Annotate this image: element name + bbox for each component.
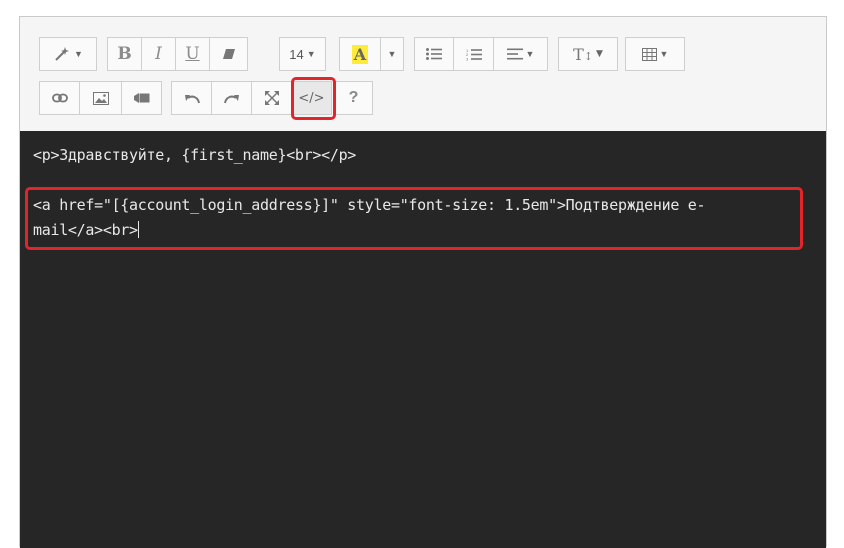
numbered-list-icon: 123 <box>466 48 482 61</box>
italic-button[interactable]: I <box>141 37 176 71</box>
underline-button[interactable]: U <box>175 37 210 71</box>
chevron-down-icon: ▼ <box>525 49 535 59</box>
bold-icon: B <box>117 44 132 64</box>
text-height-icon: T↕ <box>573 44 593 64</box>
font-size-value: 14 <box>289 46 304 62</box>
font-size-dropdown[interactable]: 14 ▼ <box>279 37 326 71</box>
code-line-1: <p>Здравствуйте, {first_name}<br></p> <box>33 146 357 164</box>
bullet-list-icon <box>426 48 442 60</box>
redo-icon <box>223 93 240 104</box>
undo-button[interactable] <box>171 81 212 115</box>
fullscreen-icon <box>264 91 279 105</box>
italic-icon: I <box>155 44 162 64</box>
font-color-dropdown[interactable]: ▼ <box>380 37 404 71</box>
help-button[interactable]: ? <box>334 81 373 115</box>
link-code-highlight <box>25 187 803 250</box>
help-icon: ? <box>348 89 359 106</box>
insert-image-button[interactable] <box>79 81 122 115</box>
bold-button[interactable]: B <box>107 37 142 71</box>
rich-text-editor: ▼ B I U 14 ▼ A ▼ 1 2 3 ▼ T↕ ▼ ▼ </> ? <p… <box>19 16 827 548</box>
underline-icon: U <box>185 44 200 64</box>
undo-icon <box>184 93 200 104</box>
chevron-down-icon: ▼ <box>595 49 603 59</box>
insert-video-button[interactable] <box>121 81 162 115</box>
text-style-dropdown[interactable]: T↕ ▼ <box>558 37 618 71</box>
chevron-down-icon: ▼ <box>387 49 397 59</box>
clear-format-button[interactable] <box>209 37 248 71</box>
link-icon <box>51 93 68 103</box>
eraser-icon <box>222 48 236 60</box>
table-insert-dropdown[interactable]: ▼ <box>625 37 685 71</box>
chevron-down-icon: ▼ <box>74 49 83 59</box>
magic-wand-icon <box>53 46 71 62</box>
svg-text:3: 3 <box>466 56 469 61</box>
video-icon <box>133 93 150 103</box>
font-color-button[interactable]: A <box>339 37 381 71</box>
align-left-icon <box>506 48 523 60</box>
ordered-list-button[interactable]: 123 <box>453 37 494 71</box>
magic-style-button[interactable]: ▼ <box>39 37 97 71</box>
table-icon <box>641 47 657 61</box>
paragraph-align-dropdown[interactable]: ▼ <box>493 37 548 71</box>
insert-link-button[interactable] <box>39 81 80 115</box>
code-view-highlight <box>291 77 336 120</box>
fullscreen-button[interactable] <box>251 81 292 115</box>
chevron-down-icon: ▼ <box>306 49 316 59</box>
image-icon <box>92 91 109 105</box>
redo-button[interactable] <box>211 81 252 115</box>
font-color-icon: A <box>351 44 369 64</box>
text-style-glyph: T <box>573 44 584 64</box>
chevron-down-icon: ▼ <box>659 49 669 59</box>
unordered-list-button[interactable] <box>414 37 454 71</box>
editor-toolbar: ▼ B I U 14 ▼ A ▼ 1 2 3 ▼ T↕ ▼ ▼ </> ? <box>20 17 826 131</box>
